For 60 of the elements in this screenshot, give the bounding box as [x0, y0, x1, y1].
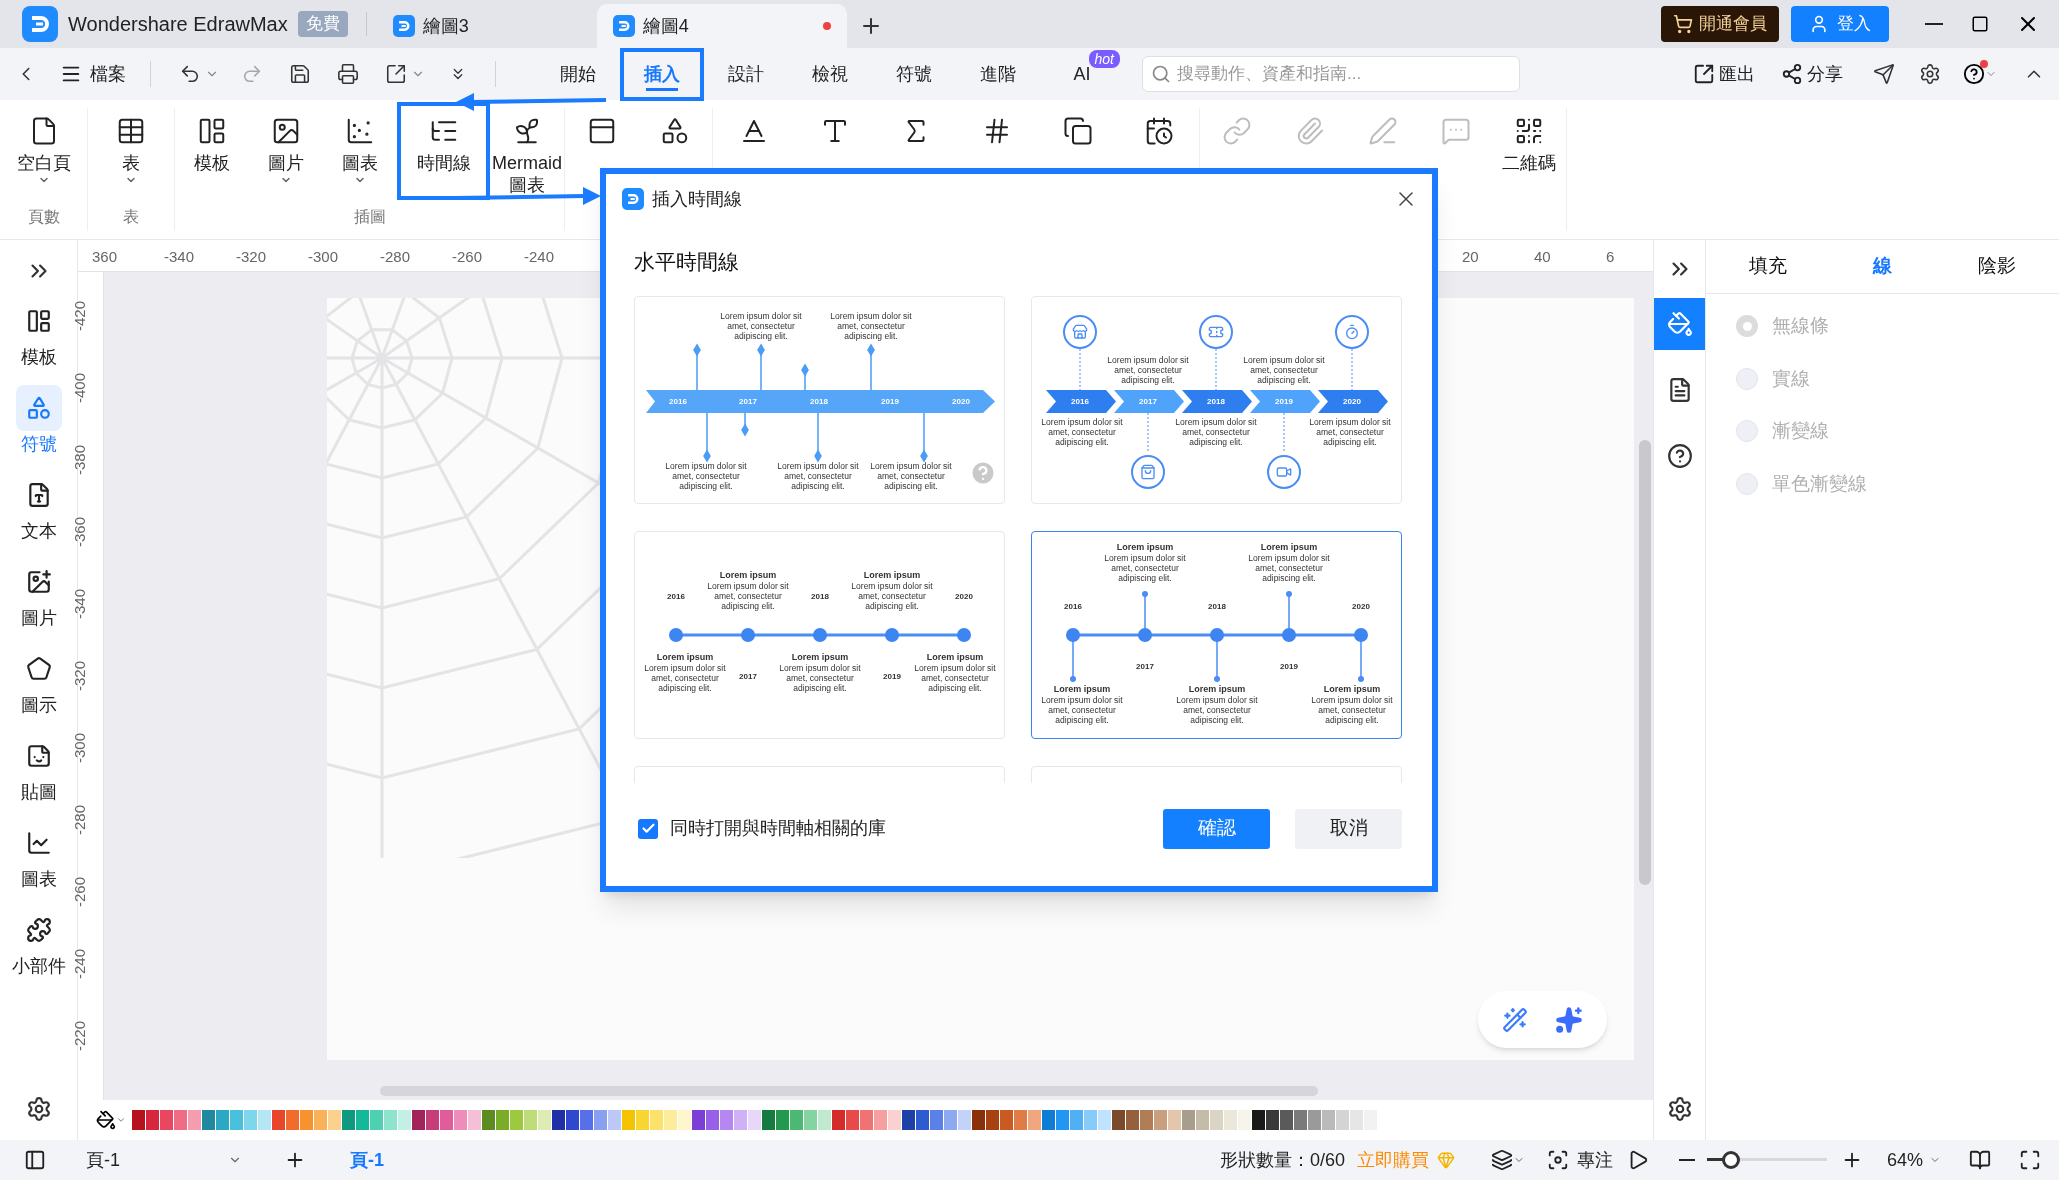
note-text: Lorem ipsum dolor sit amet, consectetur adipiscing elit. [643, 662, 727, 693]
note-text: Lorem ipsum dolor sit amet, consectetur adipiscing elit. [869, 460, 953, 491]
note-text: Lorem ipsum dolor sit amet, consectetur adipiscing elit. [776, 460, 860, 491]
section-heading: 水平時間線 [634, 249, 739, 275]
year-label: 2020 [955, 591, 973, 602]
note-text: Lorem ipsum dolor sit amet, consectetur adipiscing elit. [913, 662, 997, 693]
year-label: 2016 [669, 396, 687, 407]
note-text: Lorem ipsum dolor sit amet, consectetur adipiscing elit. [1174, 416, 1258, 447]
note-text: Lorem ipsum dolor sit amet, consectetur adipiscing elit. [829, 310, 913, 341]
note-title: Lorem ipsum [1187, 683, 1247, 695]
note-text: Lorem ipsum dolor sit amet, consectetur adipiscing elit. [1308, 416, 1392, 447]
shape-count: 形狀數量：0/60 [1219, 1148, 1345, 1172]
year-label: 2020 [1343, 396, 1361, 407]
note-text: Lorem ipsum dolor sit amet, consectetur adipiscing elit. [1175, 694, 1259, 725]
year-label: 2019 [881, 396, 899, 407]
note-text: Lorem ipsum dolor sit amet, consectetur adipiscing elit. [1040, 694, 1124, 725]
note-title: Lorem ipsum [862, 569, 922, 581]
group-label: 頁數 [27, 207, 60, 227]
plan-badge: 免費 [297, 11, 348, 37]
note-text: Lorem ipsum dolor sit amet, consectetur adipiscing elit. [719, 310, 803, 341]
note-text: Lorem ipsum dolor sit amet, consectetur adipiscing elit. [1247, 552, 1331, 583]
note-text: Lorem ipsum dolor sit amet, consectetur adipiscing elit. [706, 580, 790, 611]
note-text: Lorem ipsum dolor sit amet, consectetur adipiscing elit. [850, 580, 934, 611]
year-label: 2018 [1208, 601, 1226, 612]
year-label: 2017 [1136, 661, 1154, 672]
hot-badge: hot [1088, 49, 1120, 68]
note-title: Lorem ipsum [925, 651, 985, 663]
year-label: 2020 [1352, 601, 1370, 612]
year-label: 2019 [1280, 661, 1298, 672]
year-label: 2017 [1139, 396, 1157, 407]
year-label: 2017 [739, 396, 757, 407]
note-title: Lorem ipsum [1052, 683, 1112, 695]
note-title: Lorem ipsum [1115, 541, 1175, 553]
year-label: 2016 [1064, 601, 1082, 612]
year-label: 2017 [739, 671, 757, 682]
year-label: 2019 [1275, 396, 1293, 407]
dialog-title: 插入時間線 [652, 187, 742, 211]
year-label: 2016 [667, 591, 685, 602]
note-text: Lorem ipsum dolor sit amet, consectetur adipiscing elit. [1310, 694, 1394, 725]
year-label: 2018 [810, 396, 828, 407]
year-label: 2019 [883, 671, 901, 682]
year-label: 2020 [952, 396, 970, 407]
note-text: Lorem ipsum dolor sit amet, consectetur adipiscing elit. [1242, 354, 1326, 385]
note-text: Lorem ipsum dolor sit amet, consectetur adipiscing elit. [664, 460, 748, 491]
note-title: Lorem ipsum [1259, 541, 1319, 553]
year-label: 2018 [811, 591, 829, 602]
year-label: 2018 [1207, 396, 1225, 407]
app-name: Wondershare EdrawMax [68, 12, 288, 37]
note-title: Lorem ipsum [1322, 683, 1382, 695]
note-text: Lorem ipsum dolor sit amet, consectetur adipiscing elit. [1040, 416, 1124, 447]
note-text: Lorem ipsum dolor sit amet, consectetur adipiscing elit. [1106, 354, 1190, 385]
note-text: Lorem ipsum dolor sit amet, consectetur adipiscing elit. [1103, 552, 1187, 583]
note-title: Lorem ipsum [790, 651, 850, 663]
note-text: Lorem ipsum dolor sit amet, consectetur adipiscing elit. [778, 662, 862, 693]
group-label: 插圖 [353, 207, 386, 227]
note-title: Lorem ipsum [718, 569, 778, 581]
checkbox-label: 同時打開與時間軸相關的庫 [670, 817, 886, 840]
note-title: Lorem ipsum [655, 651, 715, 663]
group-label: 表 [123, 207, 139, 227]
year-label: 2016 [1071, 396, 1089, 407]
